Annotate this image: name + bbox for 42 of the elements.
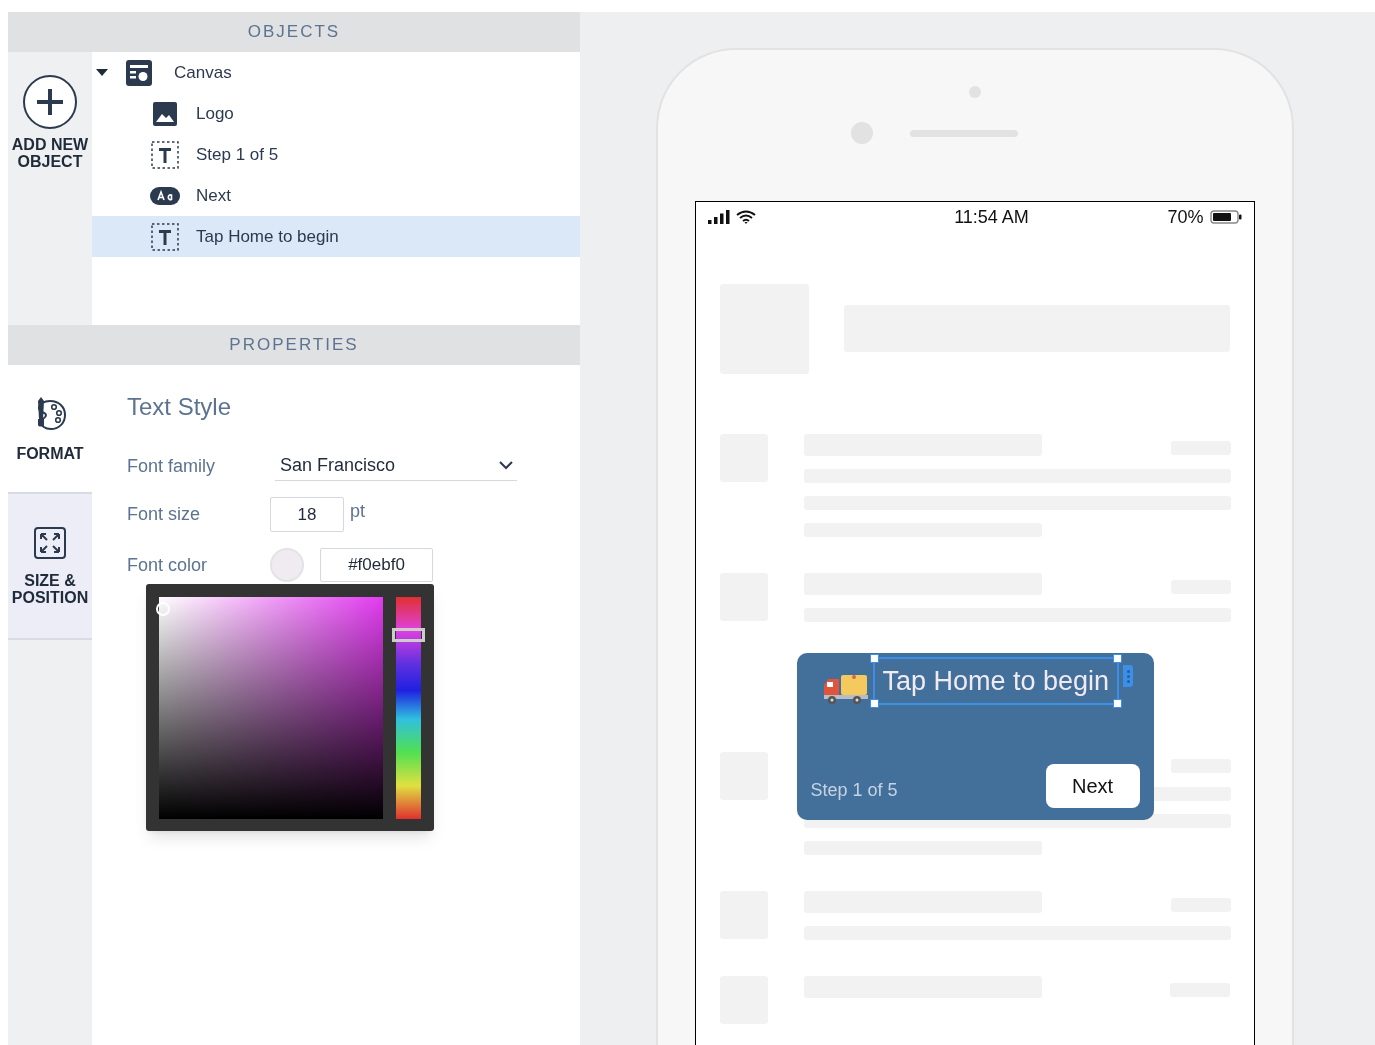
tree-item[interactable]: Canvas (92, 52, 580, 93)
field-label: Font family (127, 454, 217, 478)
resize-icon (33, 526, 67, 560)
next-button[interactable]: Next (1045, 764, 1140, 808)
signal-icon (707, 210, 730, 224)
step-counter: Step 1 of 5 (810, 779, 898, 802)
hex-color-input[interactable]: #f0ebf0 (320, 548, 433, 582)
chevron-down-icon (499, 461, 513, 470)
panel-header: OBJECTS (8, 12, 580, 52)
layout-icon (125, 58, 153, 87)
battery-icon (1209, 210, 1242, 224)
tree-item[interactable]: Step 1 of 5 (92, 134, 580, 175)
image-icon (152, 100, 178, 127)
side-tab[interactable]: FORMAT (8, 365, 92, 492)
button-icon (150, 186, 180, 205)
font-size-input[interactable]: 18 (270, 497, 344, 532)
side-tab[interactable]: SIZE & POSITION (8, 492, 92, 640)
resize-handle[interactable] (1113, 654, 1123, 663)
text-box-icon (151, 140, 179, 169)
battery-percent: 70% (1167, 205, 1204, 229)
color-swatch[interactable] (270, 548, 304, 582)
section-title: Text Style (127, 392, 233, 422)
resize-handle[interactable] (869, 699, 879, 708)
tooltip-title: Tap Home to begin (881, 665, 1111, 697)
panel-header: PROPERTIES (8, 325, 580, 365)
resize-handle[interactable] (1113, 699, 1123, 708)
saturation-area[interactable] (159, 597, 383, 819)
tree-item[interactable]: Tap Home to begin (92, 216, 580, 257)
status-time: 11:54 AM (954, 205, 1029, 229)
hue-thumb[interactable] (392, 627, 425, 642)
caret-icon[interactable] (96, 68, 108, 77)
field-label: Font size (127, 503, 202, 526)
font-family-dropdown[interactable]: San Francisco (275, 451, 517, 481)
resize-handle[interactable] (869, 654, 879, 663)
plus-circle-icon (22, 74, 78, 130)
field-label: Font color (127, 553, 209, 577)
tree-item[interactable]: Next (92, 175, 580, 216)
picker-handle[interactable] (156, 602, 170, 616)
wifi-icon (735, 210, 756, 224)
tree-item[interactable]: Logo (92, 93, 580, 134)
unit-label: pt (350, 500, 365, 523)
text-box-icon (151, 222, 179, 251)
